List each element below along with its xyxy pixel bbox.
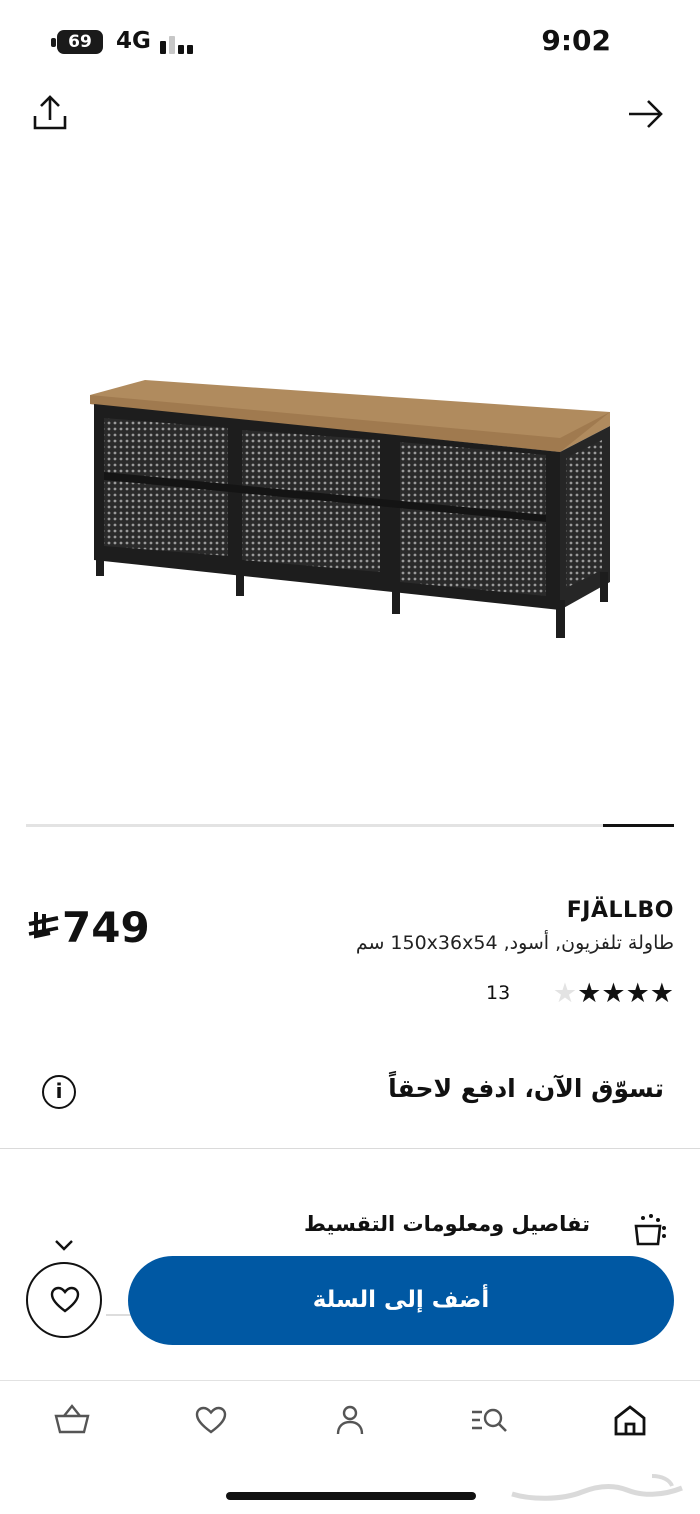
star-filled-icon: ★ bbox=[577, 978, 602, 1009]
search-icon[interactable] bbox=[468, 1400, 512, 1440]
product-price: 749 bbox=[26, 900, 150, 952]
bnpl-text: تسوّق الآن، ادفع لاحقاً bbox=[388, 1074, 664, 1103]
signal-icon bbox=[160, 30, 202, 54]
product-image[interactable] bbox=[70, 360, 630, 660]
star-filled-icon: ★ bbox=[601, 978, 626, 1009]
star-empty-icon: ★ bbox=[552, 978, 578, 1009]
clock: 9:02 bbox=[541, 24, 611, 57]
gallery-progress bbox=[26, 824, 674, 827]
heart-icon bbox=[50, 1286, 80, 1313]
heart-icon[interactable] bbox=[189, 1400, 233, 1440]
battery-tip bbox=[51, 38, 56, 47]
reviews-count[interactable]: 13 bbox=[486, 982, 510, 1004]
product-description: طاولة تلفزيون, أسود, 150x36x54 سم bbox=[355, 932, 674, 954]
profile-icon[interactable] bbox=[328, 1400, 372, 1440]
installment-label[interactable]: تفاصيل ومعلومات التقسيط bbox=[304, 1212, 590, 1236]
star-filled-icon: ★ bbox=[649, 978, 674, 1009]
battery-level: 69 bbox=[57, 30, 103, 54]
status-bar: 69 4G 9:02 bbox=[0, 0, 700, 80]
add-to-cart-button[interactable]: أضف إلى السلة bbox=[128, 1256, 674, 1345]
network-type: 4G bbox=[116, 28, 151, 54]
riyal-symbol-icon bbox=[26, 903, 60, 952]
haraj-watermark bbox=[502, 1470, 692, 1506]
divider bbox=[0, 1148, 700, 1149]
chevron-down-icon[interactable] bbox=[53, 1237, 75, 1253]
product-brand: FJÄLLBO bbox=[566, 898, 674, 923]
home-icon[interactable] bbox=[608, 1400, 652, 1440]
gallery-progress-fill bbox=[602, 824, 674, 827]
star-filled-icon: ★ bbox=[625, 978, 650, 1009]
price-value: 749 bbox=[62, 903, 150, 952]
home-indicator bbox=[226, 1492, 476, 1500]
favorite-button[interactable] bbox=[26, 1262, 102, 1338]
installment-icon bbox=[630, 1210, 670, 1246]
share-icon[interactable] bbox=[28, 92, 72, 136]
rating-stars[interactable]: ★★★★★ bbox=[552, 978, 674, 1009]
info-icon[interactable]: i bbox=[42, 1075, 76, 1109]
cart-icon[interactable] bbox=[50, 1400, 94, 1440]
arrow-right-icon[interactable] bbox=[624, 92, 668, 136]
